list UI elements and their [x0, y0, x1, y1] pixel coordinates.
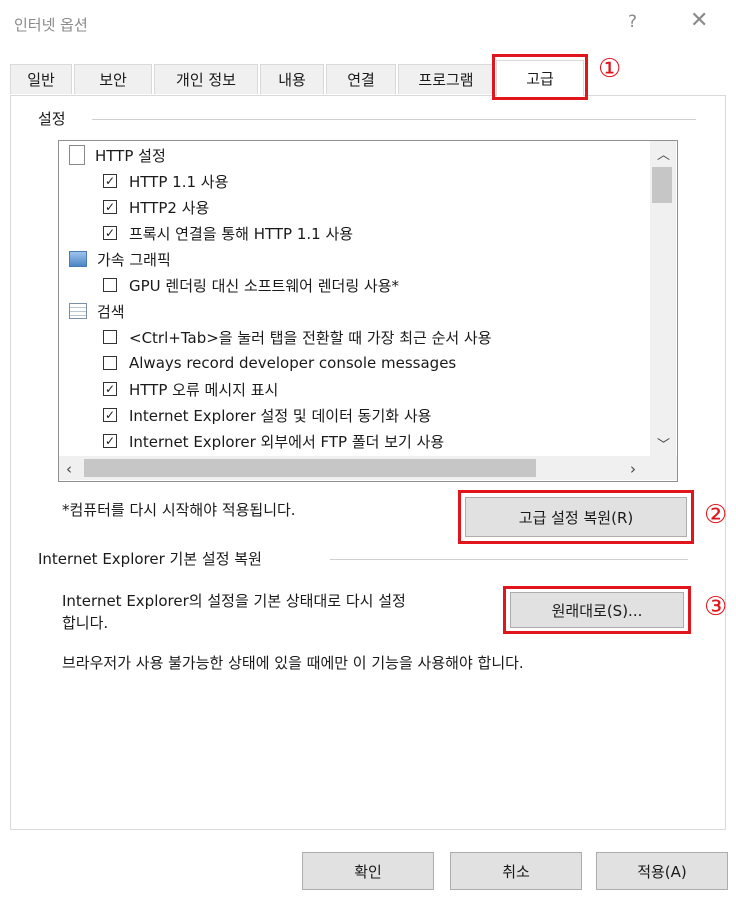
list-item-label: HTTP2 사용: [129, 198, 210, 217]
checkbox-http-errors[interactable]: ✓: [103, 382, 117, 396]
scroll-down-icon[interactable]: ﹀: [657, 434, 670, 453]
tab-connections[interactable]: 연결: [326, 64, 396, 94]
annotation-number-3: ③: [704, 592, 728, 622]
reset-section-label: Internet Explorer 기본 설정 복원: [38, 548, 262, 569]
list-item[interactable]: Always record developer console messages: [103, 350, 456, 376]
scroll-left-icon[interactable]: ‹: [66, 460, 72, 478]
list-item-label: Internet Explorer 설정 및 데이터 동기화 사용: [129, 406, 432, 425]
vertical-scroll-thumb[interactable]: [652, 167, 672, 203]
list-item-label: 가속 그래픽: [97, 250, 171, 269]
scroll-right-icon[interactable]: ›: [630, 460, 636, 478]
list-item-label: 검색: [97, 302, 125, 321]
search-list-icon: [69, 303, 87, 319]
tab-general[interactable]: 일반: [10, 64, 72, 94]
list-item-label: 프록시 연결을 통해 HTTP 1.1 사용: [129, 224, 354, 243]
list-item[interactable]: ✓ HTTP2 사용: [103, 194, 209, 220]
list-item-label: GPU 렌더링 대신 소프트웨어 렌더링 사용*: [129, 276, 399, 295]
window-title: 인터넷 옵션: [14, 16, 88, 34]
list-item: HTTP 설정: [69, 142, 166, 168]
annotation-box-1: [492, 54, 588, 100]
list-item[interactable]: ✓ Internet Explorer 설정 및 데이터 동기화 사용: [103, 402, 431, 428]
checkbox-ctrl-tab[interactable]: [103, 330, 117, 344]
page-icon: [69, 145, 85, 165]
checkbox-console-messages[interactable]: [103, 356, 117, 370]
reset-button[interactable]: 원래대로(S)...: [510, 592, 684, 628]
list-item: 검색: [69, 298, 125, 324]
list-item-label: HTTP 1.1 사용: [129, 172, 229, 191]
checkbox-proxy-http11[interactable]: ✓: [103, 226, 117, 240]
list-item-label: Internet Explorer 외부에서 FTP 폴더 보기 사용: [129, 432, 445, 451]
tab-content[interactable]: 내용: [260, 64, 324, 94]
checkbox-http11[interactable]: ✓: [103, 174, 117, 188]
list-item[interactable]: ✓ HTTP 오류 메시지 표시: [103, 376, 278, 402]
list-item[interactable]: <Ctrl+Tab>을 눌러 탭을 전환할 때 가장 최근 순서 사용: [103, 324, 492, 350]
list-item: 가속 그래픽: [69, 246, 171, 272]
settings-section-label: 설정: [38, 108, 72, 129]
cancel-button[interactable]: 취소: [450, 852, 582, 890]
checkbox-sync[interactable]: ✓: [103, 408, 117, 422]
checkbox-software-rendering[interactable]: [103, 278, 117, 292]
checkbox-ftp-folders[interactable]: ✓: [103, 434, 117, 448]
list-item-label: <Ctrl+Tab>을 눌러 탭을 전환할 때 가장 최근 순서 사용: [129, 328, 492, 347]
annotation-number-1: ①: [598, 54, 622, 84]
settings-divider: [92, 119, 696, 120]
restore-advanced-settings-button[interactable]: 고급 설정 복원(R): [465, 497, 687, 537]
close-icon[interactable]: ✕: [690, 8, 708, 33]
help-icon[interactable]: ?: [628, 12, 637, 32]
tab-privacy[interactable]: 개인 정보: [154, 64, 258, 94]
annotation-number-2: ②: [704, 500, 728, 530]
list-item[interactable]: GPU 렌더링 대신 소프트웨어 렌더링 사용*: [103, 272, 399, 298]
reset-description-line-2: 합니다.: [62, 614, 109, 632]
list-item-label: HTTP 설정: [95, 146, 166, 165]
checkbox-http2[interactable]: ✓: [103, 200, 117, 214]
list-item-label: HTTP 오류 메시지 표시: [129, 380, 279, 399]
restart-note: *컴퓨터를 다시 시작해야 적용됩니다.: [62, 501, 296, 519]
list-item[interactable]: ✓ 프록시 연결을 통해 HTTP 1.1 사용: [103, 220, 353, 246]
reset-description-line-1: Internet Explorer의 설정을 기본 상태대로 다시 설정: [62, 592, 406, 610]
list-item[interactable]: ✓ Internet Explorer 외부에서 FTP 폴더 보기 사용: [103, 428, 444, 454]
list-item[interactable]: ✓ HTTP 1.1 사용: [103, 168, 228, 194]
tab-programs[interactable]: 프로그램: [398, 64, 494, 94]
graphics-icon: [69, 251, 87, 267]
scroll-up-icon[interactable]: ︿: [657, 144, 670, 163]
settings-list[interactable]: HTTP 설정 ✓ HTTP 1.1 사용 ✓ HTTP2 사용 ✓ 프록시 연…: [58, 140, 678, 482]
apply-button[interactable]: 적용(A): [596, 852, 728, 890]
reset-warning: 브라우저가 사용 불가능한 상태에 있을 때에만 이 기능을 사용해야 합니다.: [62, 654, 524, 672]
ok-button[interactable]: 확인: [302, 852, 434, 890]
horizontal-scroll-thumb[interactable]: [84, 459, 536, 477]
reset-divider: [330, 559, 688, 560]
list-item-label: Always record developer console messages: [129, 354, 457, 372]
tab-security[interactable]: 보안: [74, 64, 152, 94]
